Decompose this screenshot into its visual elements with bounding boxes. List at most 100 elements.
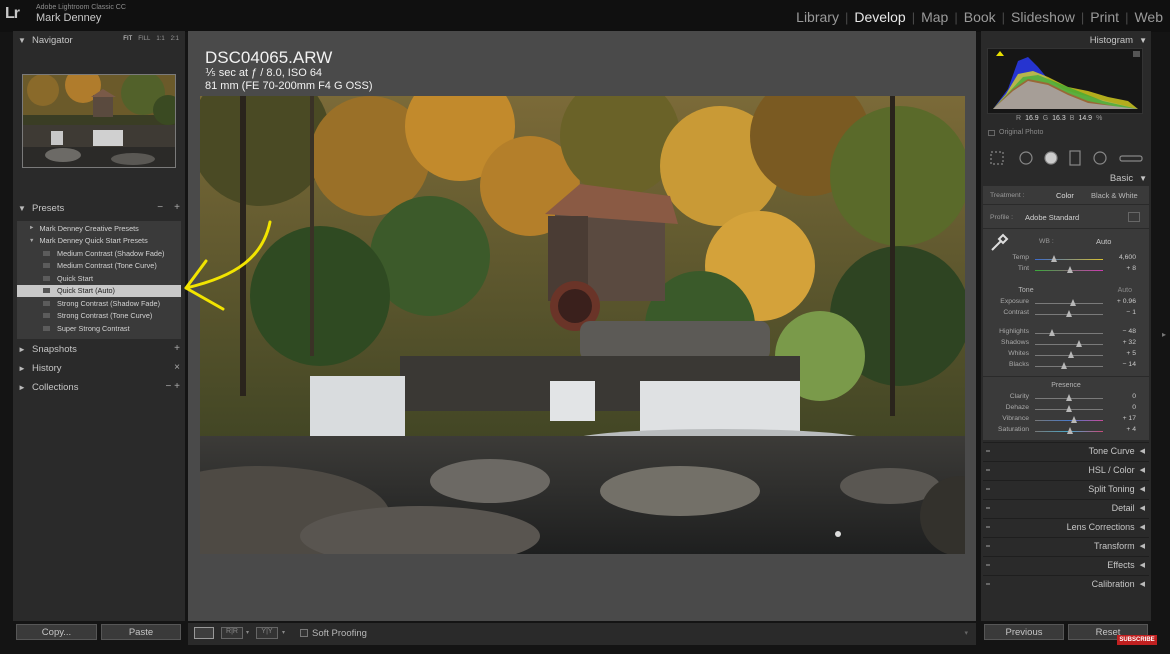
zoom-2-1[interactable]: 2:1: [171, 36, 179, 42]
contrast-slider-row[interactable]: Contrast − 1: [983, 309, 1149, 320]
panel-toggle-icon[interactable]: [986, 507, 990, 509]
slider-track[interactable]: [1035, 259, 1103, 260]
preset-item[interactable]: Strong Contrast (Tone Curve): [17, 310, 181, 323]
navigator-preview[interactable]: [22, 74, 176, 168]
module-print[interactable]: Print: [1089, 9, 1120, 25]
slider-knob[interactable]: [1065, 405, 1072, 412]
slider-knob[interactable]: [1066, 427, 1073, 434]
copy-button[interactable]: Copy...: [16, 624, 97, 640]
panel-toggle-icon[interactable]: [986, 450, 990, 452]
saturation-slider-row[interactable]: Saturation + 4: [983, 426, 1149, 437]
slider-knob[interactable]: [1067, 351, 1074, 358]
navigator-header[interactable]: ▼ Navigator FIT FILL 1:1 2:1: [13, 31, 185, 49]
right-panel-toggle-icon[interactable]: ▸: [1162, 330, 1166, 339]
slider-value[interactable]: + 0.96: [1108, 298, 1136, 305]
clarity-slider-row[interactable]: Clarity 0: [983, 393, 1149, 404]
slider-track[interactable]: [1035, 420, 1103, 421]
slider-knob[interactable]: [1049, 329, 1056, 336]
slider-value[interactable]: + 17: [1108, 415, 1136, 422]
soft-proofing-checkbox[interactable]: [300, 629, 308, 637]
eyedropper-icon[interactable]: [989, 233, 1009, 253]
detail-panel-header[interactable]: Detail ◀: [983, 499, 1149, 516]
panel-toggle-icon[interactable]: [986, 545, 990, 547]
slider-value[interactable]: + 8: [1108, 265, 1136, 272]
collections-actions[interactable]: − +: [166, 381, 180, 392]
paste-button[interactable]: Paste: [101, 624, 181, 640]
tint-slider-row[interactable]: Tint + 8: [983, 265, 1149, 276]
slider-value[interactable]: + 4: [1108, 426, 1136, 433]
history-header[interactable]: ► History ×: [13, 359, 185, 377]
shadows-slider-row[interactable]: Shadows + 32: [983, 339, 1149, 350]
slider-knob[interactable]: [1060, 362, 1067, 369]
main-photo[interactable]: [200, 96, 965, 554]
slider-track[interactable]: [1035, 344, 1103, 345]
module-book[interactable]: Book: [963, 9, 997, 25]
slider-track[interactable]: [1035, 366, 1103, 367]
basic-header[interactable]: Basic ▼: [981, 169, 1153, 187]
slider-knob[interactable]: [1066, 266, 1073, 273]
histogram[interactable]: [987, 48, 1143, 114]
blacks-slider-row[interactable]: Blacks − 14: [983, 361, 1149, 372]
preset-item[interactable]: Medium Contrast (Shadow Fade): [17, 247, 181, 260]
calibration-panel-header[interactable]: Calibration ◀: [983, 575, 1149, 592]
histogram-header[interactable]: Histogram ▼: [981, 31, 1153, 49]
collections-header[interactable]: ► Collections − +: [13, 378, 185, 396]
presets-header[interactable]: ▼ Presets − +: [13, 199, 185, 217]
module-library[interactable]: Library: [795, 9, 840, 25]
exposure-slider-row[interactable]: Exposure + 0.96: [983, 298, 1149, 309]
slider-knob[interactable]: [1065, 310, 1072, 317]
treatment-color-option[interactable]: Color: [1056, 191, 1074, 200]
temp-slider-row[interactable]: Temp 4,600: [983, 254, 1149, 265]
slider-value[interactable]: + 5: [1108, 350, 1136, 357]
module-develop[interactable]: Develop: [853, 9, 906, 25]
effects-panel-header[interactable]: Effects ◀: [983, 556, 1149, 573]
original-photo-checkbox[interactable]: [988, 130, 995, 136]
add-snapshot-button[interactable]: +: [174, 343, 180, 354]
module-web[interactable]: Web: [1133, 9, 1164, 25]
snapshots-header[interactable]: ► Snapshots +: [13, 340, 185, 358]
before-after-dropdown-icon[interactable]: ▾: [246, 629, 249, 636]
slider-knob[interactable]: [1076, 340, 1083, 347]
slider-knob[interactable]: [1050, 255, 1057, 262]
panel-toggle-icon[interactable]: [986, 564, 990, 566]
preset-folder[interactable]: ► Mark Denney Creative Presets: [17, 222, 181, 235]
preset-folder[interactable]: ▼ Mark Denney Quick Start Presets: [17, 235, 181, 248]
preset-item-selected[interactable]: Quick Start (Auto): [17, 284, 181, 297]
module-slideshow[interactable]: Slideshow: [1010, 9, 1076, 25]
highlights-slider-row[interactable]: Highlights − 48: [983, 328, 1149, 339]
zoom-fit[interactable]: FIT: [123, 36, 132, 42]
slider-value[interactable]: − 1: [1108, 309, 1136, 316]
slider-knob[interactable]: [1065, 394, 1072, 401]
preset-item[interactable]: Quick Start: [17, 272, 181, 285]
module-map[interactable]: Map: [920, 9, 949, 25]
slider-value[interactable]: + 32: [1108, 339, 1136, 346]
zoom-fill[interactable]: FILL: [138, 36, 150, 42]
panel-toggle-icon[interactable]: [986, 583, 990, 585]
loupe-view-button[interactable]: [194, 627, 214, 639]
slider-knob[interactable]: [1070, 416, 1077, 423]
toolbar-menu-icon[interactable]: ▾: [964, 629, 968, 637]
clear-history-button[interactable]: ×: [174, 362, 180, 373]
preset-item[interactable]: Super Strong Contrast: [17, 322, 181, 335]
lens-corrections-panel-header[interactable]: Lens Corrections ◀: [983, 518, 1149, 535]
panel-toggle-icon[interactable]: [986, 488, 990, 490]
panel-toggle-icon[interactable]: [986, 526, 990, 528]
dehaze-slider-row[interactable]: Dehaze 0: [983, 404, 1149, 415]
slider-value[interactable]: − 14: [1108, 361, 1136, 368]
profile-dropdown[interactable]: Adobe Standard: [1025, 213, 1079, 222]
zoom-1-1[interactable]: 1:1: [156, 36, 164, 42]
subscribe-badge[interactable]: SUBSCRIBE: [1117, 635, 1157, 645]
remove-preset-button[interactable]: −: [157, 202, 163, 213]
before-after-swap-button[interactable]: Y|Y: [256, 627, 278, 639]
profile-browser-icon[interactable]: [1128, 212, 1140, 222]
tone-auto-button[interactable]: Auto: [1118, 287, 1132, 294]
slider-value[interactable]: − 48: [1108, 328, 1136, 335]
wb-dropdown[interactable]: Auto: [1096, 237, 1111, 246]
previous-button[interactable]: Previous: [984, 624, 1064, 640]
whites-slider-row[interactable]: Whites + 5: [983, 350, 1149, 361]
slider-value[interactable]: 4,600: [1108, 254, 1136, 261]
panel-toggle-icon[interactable]: [986, 469, 990, 471]
slider-value[interactable]: 0: [1108, 404, 1136, 411]
slider-value[interactable]: 0: [1108, 393, 1136, 400]
transform-panel-header[interactable]: Transform ◀: [983, 537, 1149, 554]
